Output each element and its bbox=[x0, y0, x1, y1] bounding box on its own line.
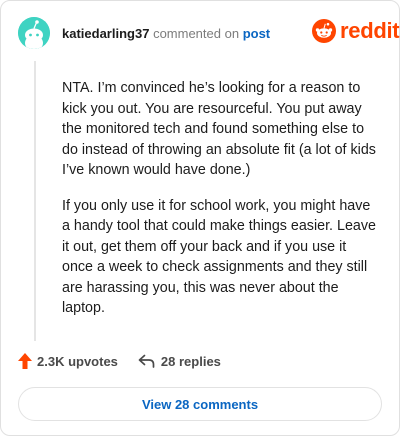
upvote-button[interactable]: 2.3K upvotes bbox=[18, 353, 118, 369]
action-text: commented on bbox=[153, 26, 240, 41]
comment-footer: 2.3K upvotes 28 replies bbox=[18, 353, 221, 369]
comment-paragraph: If you only use it for school work, you … bbox=[62, 197, 376, 317]
view-comments-button[interactable]: View 28 comments bbox=[18, 387, 382, 421]
upvote-arrow-icon bbox=[18, 353, 32, 369]
thread-line bbox=[34, 61, 36, 341]
replies-button[interactable]: 28 replies bbox=[138, 354, 221, 369]
reddit-wordmark: reddit bbox=[340, 18, 400, 43]
username[interactable]: katiedarling37 bbox=[62, 26, 149, 41]
reddit-logo[interactable]: reddit bbox=[312, 18, 400, 43]
comment-paragraph: NTA. I’m convinced he’s looking for a re… bbox=[62, 80, 376, 178]
reddit-alien-icon bbox=[312, 19, 336, 43]
upvote-count: 2.3K upvotes bbox=[37, 353, 118, 369]
reply-count: 28 replies bbox=[160, 353, 221, 369]
reply-arrow-icon bbox=[138, 354, 155, 368]
comment-header: katiedarling37 commented on post bbox=[62, 26, 270, 42]
post-link[interactable]: post bbox=[243, 26, 270, 41]
avatar[interactable] bbox=[18, 17, 50, 49]
snoo-avatar-icon bbox=[18, 17, 50, 49]
comment-card: katiedarling37 commented on post reddit … bbox=[0, 0, 400, 436]
comment-body: NTA. I’m convinced he’s looking for a re… bbox=[62, 78, 376, 334]
